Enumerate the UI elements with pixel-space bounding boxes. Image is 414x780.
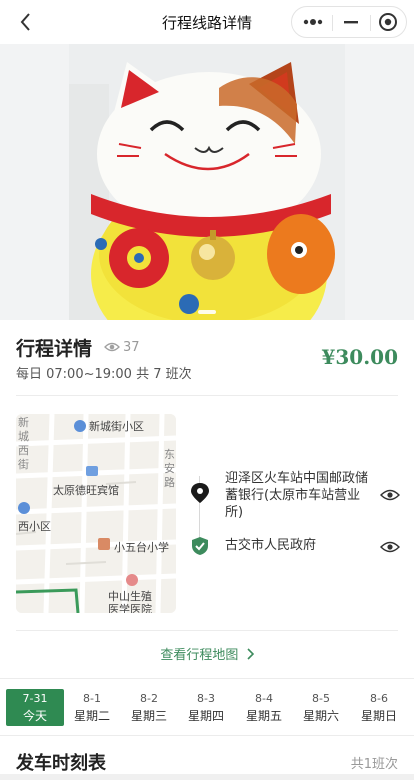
detail-title: 行程详情 xyxy=(16,338,93,360)
view-stop-button[interactable] xyxy=(380,539,400,553)
minimize-button[interactable] xyxy=(332,7,370,37)
date-tab-date: 8-4 xyxy=(255,692,273,705)
map-label: 太原德旺宾馆 xyxy=(53,484,119,497)
mini-program-capsule xyxy=(291,6,407,38)
date-tab[interactable]: 8-3 星期四 xyxy=(177,689,235,726)
date-tab-date: 7-31 xyxy=(22,692,48,705)
date-tab-today[interactable]: 7-31 今天 xyxy=(6,689,64,726)
view-stop-button[interactable] xyxy=(380,487,400,501)
check-shield-icon xyxy=(190,536,210,560)
start-stop-name: 迎泽区火车站中国邮政储蓄银行(太原市车站营业所) xyxy=(225,471,369,520)
date-tab-weekday: 星期四 xyxy=(187,709,224,723)
divider xyxy=(16,630,398,631)
date-tab[interactable]: 8-1 星期二 xyxy=(63,689,121,726)
section-separator xyxy=(0,774,414,780)
date-tab[interactable]: 8-2 星期三 xyxy=(120,689,178,726)
trip-count: 共1班次 xyxy=(350,757,398,772)
date-tabs: 7-31 今天 8-1 星期二 8-2 星期三 8-3 星期四 8-4 星期五 … xyxy=(0,678,414,736)
map-label: 新城街小区 xyxy=(89,420,144,433)
view-count-value: 37 xyxy=(123,339,140,355)
timetable-title: 发车时刻表 xyxy=(16,753,106,774)
date-tab-weekday: 今天 xyxy=(22,709,47,723)
date-tab-weekday: 星期五 xyxy=(245,709,282,723)
map-label: 西小区 xyxy=(18,520,51,533)
view-route-map-label: 查看行程地图 xyxy=(160,648,239,663)
location-pin-icon xyxy=(190,482,210,508)
date-tab[interactable]: 8-4 星期五 xyxy=(235,689,293,726)
view-count: 37 xyxy=(104,338,140,356)
date-tab[interactable]: 8-6 星期日 xyxy=(350,689,408,726)
date-tab-weekday: 星期三 xyxy=(130,709,167,723)
date-tab-date: 8-6 xyxy=(370,692,388,705)
date-tab-weekday: 星期日 xyxy=(360,709,397,723)
target-circle-icon xyxy=(379,13,397,31)
more-dots-icon xyxy=(303,19,323,25)
more-button[interactable] xyxy=(294,7,332,37)
nav-bar: 行程线路详情 xyxy=(0,0,414,44)
ticket-price: ¥30.00 xyxy=(321,345,398,369)
end-stop-name: 古交市人民政府 xyxy=(225,538,317,553)
date-tab-date: 8-3 xyxy=(197,692,215,705)
date-tab-date: 8-2 xyxy=(140,692,158,705)
trip-detail-header: 行程详情 37 每日 07:00~19:00 共 7 班次 ¥30.00 xyxy=(0,320,414,396)
date-tab[interactable]: 8-5 星期六 xyxy=(292,689,350,726)
eye-icon xyxy=(104,342,120,352)
close-button[interactable] xyxy=(370,7,408,37)
chevron-right-icon xyxy=(247,648,254,660)
schedule-text: 每日 07:00~19:00 共 7 班次 xyxy=(16,367,192,382)
map-label: 街 xyxy=(18,458,29,471)
date-tab-weekday: 星期六 xyxy=(302,709,339,723)
route-section: 新城街小区 太原德旺宾馆 西小区 小五台小学 中山生殖 医学医院 新 城 西 街… xyxy=(0,396,414,678)
date-tab-date: 8-5 xyxy=(312,692,330,705)
map-label: 小五台小学 xyxy=(114,541,169,554)
carousel-indicator xyxy=(198,310,216,314)
date-tab-date: 8-1 xyxy=(83,692,101,705)
route-map[interactable]: 新城街小区 太原德旺宾馆 西小区 小五台小学 中山生殖 医学医院 新 城 西 街… xyxy=(16,414,176,613)
map-label: 医学医院 xyxy=(108,603,152,613)
hero-carousel[interactable] xyxy=(0,44,414,320)
eye-icon xyxy=(380,541,400,553)
minus-icon xyxy=(344,21,358,24)
date-tab-weekday: 星期二 xyxy=(73,709,110,723)
lucky-cat-image xyxy=(69,44,345,320)
eye-icon xyxy=(380,489,400,501)
view-route-map-link[interactable]: 查看行程地图 xyxy=(0,644,414,663)
map-label: 路 xyxy=(164,476,175,489)
timetable-header: 发车时刻表 共1班次 xyxy=(0,736,414,780)
